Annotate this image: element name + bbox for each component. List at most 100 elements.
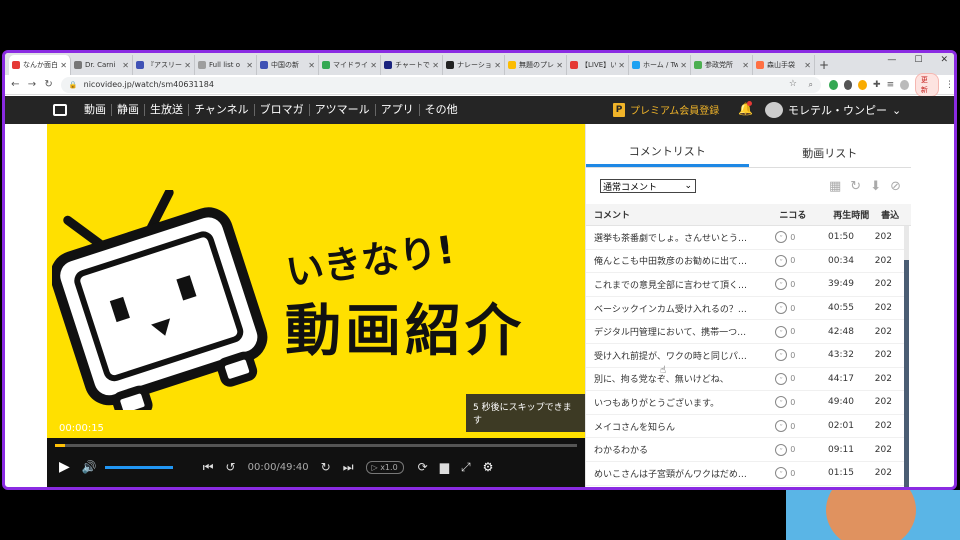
forward-10-icon[interactable]: ↻ bbox=[321, 460, 331, 474]
media-icon[interactable]: ≡ bbox=[887, 80, 895, 90]
comment-row[interactable]: デジタル円管理において、携帯一つ… ᵕ 0 42:48 202 bbox=[586, 320, 904, 344]
nav-link[interactable]: 静画 bbox=[112, 104, 145, 116]
browser-tab[interactable]: 参政党所 ✕ bbox=[691, 55, 753, 75]
tab-close-icon[interactable]: ✕ bbox=[494, 61, 501, 70]
fullscreen-icon[interactable]: ⤢ bbox=[461, 460, 471, 475]
nav-link[interactable]: アプリ bbox=[376, 104, 420, 116]
header-nicoru[interactable]: ニコる bbox=[775, 208, 823, 221]
comment-row[interactable]: メイコさんを知らん ᵕ 0 02:01 202 bbox=[586, 415, 904, 439]
close-window-icon[interactable]: ✕ bbox=[940, 55, 948, 65]
header-comment[interactable]: コメント bbox=[586, 208, 775, 221]
tab-close-icon[interactable]: ✕ bbox=[60, 61, 67, 70]
tab-close-icon[interactable]: ✕ bbox=[246, 61, 253, 70]
browser-tab[interactable]: ナレーショ ✕ bbox=[443, 55, 505, 75]
loop-icon[interactable]: ⟳ bbox=[418, 460, 428, 474]
extension-icon[interactable] bbox=[843, 79, 853, 90]
nicoru-face-icon[interactable]: ᵕ bbox=[775, 278, 788, 291]
tab-comment-list[interactable]: コメントリスト bbox=[586, 138, 749, 167]
tab-close-icon[interactable]: ✕ bbox=[432, 61, 439, 70]
tab-video-list[interactable]: 動画リスト bbox=[749, 138, 912, 167]
comment-toggle-icon[interactable]: ▆ bbox=[440, 460, 449, 474]
skip-ad-notice[interactable]: 5 秒後にスキップできます bbox=[466, 394, 585, 432]
rewind-10-icon[interactable]: ↺ bbox=[226, 460, 236, 474]
reload-icon[interactable]: ↻ bbox=[44, 79, 53, 90]
browser-tab[interactable]: 中国の新 ✕ bbox=[257, 55, 319, 75]
settings-gear-icon[interactable]: ⚙ bbox=[483, 460, 494, 474]
nicoru-face-icon[interactable]: ᵕ bbox=[775, 372, 788, 385]
puzzle-icon[interactable]: ✚ bbox=[873, 80, 881, 90]
skip-forward-icon[interactable]: ⏭ bbox=[343, 460, 354, 475]
nicoru-face-icon[interactable]: ᵕ bbox=[775, 302, 788, 315]
notification-bell-icon[interactable]: 🔔 bbox=[738, 101, 753, 116]
browser-tab[interactable]: 無題のプレ ✕ bbox=[505, 55, 567, 75]
skip-back-icon[interactable]: ⏮ bbox=[203, 460, 214, 475]
nicoru-face-icon[interactable]: ᵕ bbox=[775, 443, 788, 456]
seek-bar[interactable] bbox=[55, 444, 577, 447]
tab-close-icon[interactable]: ✕ bbox=[680, 61, 687, 70]
nav-link[interactable]: ブロマガ bbox=[255, 104, 310, 116]
tab-close-icon[interactable]: ✕ bbox=[556, 61, 563, 70]
tab-close-icon[interactable]: ✕ bbox=[308, 61, 315, 70]
comment-row[interactable]: ベーシックインカム受け入れるの？… ᵕ 0 40:55 202 bbox=[586, 297, 904, 321]
url-field[interactable]: 🔒 nicovideo.jp/watch/sm40631184 ⌕ ☆ bbox=[60, 76, 821, 93]
browser-tab[interactable]: 【LIVE】い ✕ bbox=[567, 55, 629, 75]
bookmark-star-icon[interactable]: ☆ bbox=[789, 79, 797, 89]
comment-row[interactable]: 選挙も茶番劇でしょ。さんせいとう… ᵕ 0 01:50 202 bbox=[586, 226, 904, 250]
comment-row[interactable]: いつもありがとうございます。 ᵕ 0 49:40 202 bbox=[586, 391, 904, 415]
browser-tab[interactable]: ホーム / Tw ✕ bbox=[629, 55, 691, 75]
nav-link[interactable]: 動画 bbox=[79, 104, 112, 116]
video-player[interactable]: いきなり! 動画紹介 5 秒後にスキップできます 00:00:15 ▶ 🔊 ⏮ … bbox=[47, 124, 585, 487]
nav-link[interactable]: チャンネル bbox=[189, 104, 255, 116]
play-icon[interactable]: ▶ bbox=[59, 459, 70, 475]
browser-tab[interactable]: マイドライ ✕ bbox=[319, 55, 381, 75]
nicoru-face-icon[interactable]: ᵕ bbox=[775, 420, 788, 433]
browser-tab[interactable]: チャートで ✕ bbox=[381, 55, 443, 75]
tab-close-icon[interactable]: ✕ bbox=[370, 61, 377, 70]
comment-row[interactable]: 受け入れ前提が、ワクの時と同じパ… ᵕ 0 43:32 202 bbox=[586, 344, 904, 368]
premium-register-link[interactable]: P プレミアム会員登録 bbox=[613, 102, 719, 117]
browser-tab[interactable]: なんか面白 ✕ bbox=[9, 55, 71, 75]
nicoru-face-icon[interactable]: ᵕ bbox=[775, 467, 788, 480]
tab-close-icon[interactable]: ✕ bbox=[618, 61, 625, 70]
nav-link[interactable]: その他 bbox=[420, 104, 463, 116]
comment-row[interactable]: めいこさんは子宮頸がんワクはだめ… ᵕ 0 01:15 202 bbox=[586, 462, 904, 486]
niconico-logo-icon[interactable] bbox=[53, 104, 67, 116]
comment-scrollbar[interactable] bbox=[904, 226, 909, 487]
minimize-icon[interactable]: — bbox=[887, 55, 896, 65]
header-posted[interactable]: 書込 bbox=[881, 208, 911, 221]
menu-icon[interactable]: ⋮ bbox=[945, 80, 954, 90]
browser-tab[interactable]: Dr. Carni ✕ bbox=[71, 55, 133, 75]
extension-icon[interactable] bbox=[828, 79, 838, 90]
nicoru-face-icon[interactable]: ᵕ bbox=[775, 325, 788, 338]
nav-link[interactable]: 生放送 bbox=[145, 104, 189, 116]
comment-filter-select[interactable]: 通常コメント ⌄ bbox=[600, 179, 696, 193]
profile-avatar[interactable] bbox=[900, 79, 909, 90]
comment-row[interactable]: 俺んとこも中田敦彦のお勧めに出て… ᵕ 0 00:34 202 bbox=[586, 250, 904, 274]
user-menu[interactable]: モレテル・ウンピー ⌄ bbox=[765, 102, 901, 118]
calendar-icon[interactable]: ▦ bbox=[829, 179, 841, 194]
comment-row[interactable]: これまでの意見全部に言わせて頂く… ᵕ 0 39:49 202 bbox=[586, 273, 904, 297]
back-icon[interactable]: ← bbox=[11, 79, 20, 90]
nicoru-face-icon[interactable]: ᵕ bbox=[775, 231, 788, 244]
playback-speed-button[interactable]: ▷ x1.0 bbox=[365, 460, 404, 474]
video-frame[interactable]: いきなり! 動画紹介 5 秒後にスキップできます 00:00:15 bbox=[47, 138, 585, 438]
browser-tab[interactable]: 『アスリー ✕ bbox=[133, 55, 195, 75]
comment-row[interactable]: 別に、拘る党なぞ、無いけどね、 ᵕ 0 44:17 202 bbox=[586, 368, 904, 392]
zoom-icon[interactable]: ⌕ bbox=[808, 80, 812, 90]
volume-slider[interactable] bbox=[104, 465, 173, 469]
browser-tab[interactable]: Full list o ✕ bbox=[195, 55, 257, 75]
comment-settings-icon[interactable]: ⊘ bbox=[890, 179, 901, 194]
volume-icon[interactable]: 🔊 bbox=[82, 460, 97, 474]
forward-icon[interactable]: → bbox=[28, 79, 37, 90]
header-time[interactable]: 再生時間 bbox=[823, 208, 881, 221]
nicoru-face-icon[interactable]: ᵕ bbox=[775, 254, 788, 267]
update-button[interactable]: 更新 bbox=[914, 72, 940, 97]
comment-row[interactable]: わかるわかる ᵕ 0 09:11 202 bbox=[586, 438, 904, 462]
scrollbar-thumb[interactable] bbox=[904, 260, 909, 487]
maximize-icon[interactable]: ☐ bbox=[914, 55, 922, 65]
tab-close-icon[interactable]: ✕ bbox=[122, 61, 129, 70]
tab-close-icon[interactable]: ✕ bbox=[742, 61, 749, 70]
nav-link[interactable]: アツマール bbox=[310, 104, 376, 116]
download-icon[interactable]: ⬇ bbox=[870, 179, 881, 194]
nicoru-face-icon[interactable]: ᵕ bbox=[775, 349, 788, 362]
